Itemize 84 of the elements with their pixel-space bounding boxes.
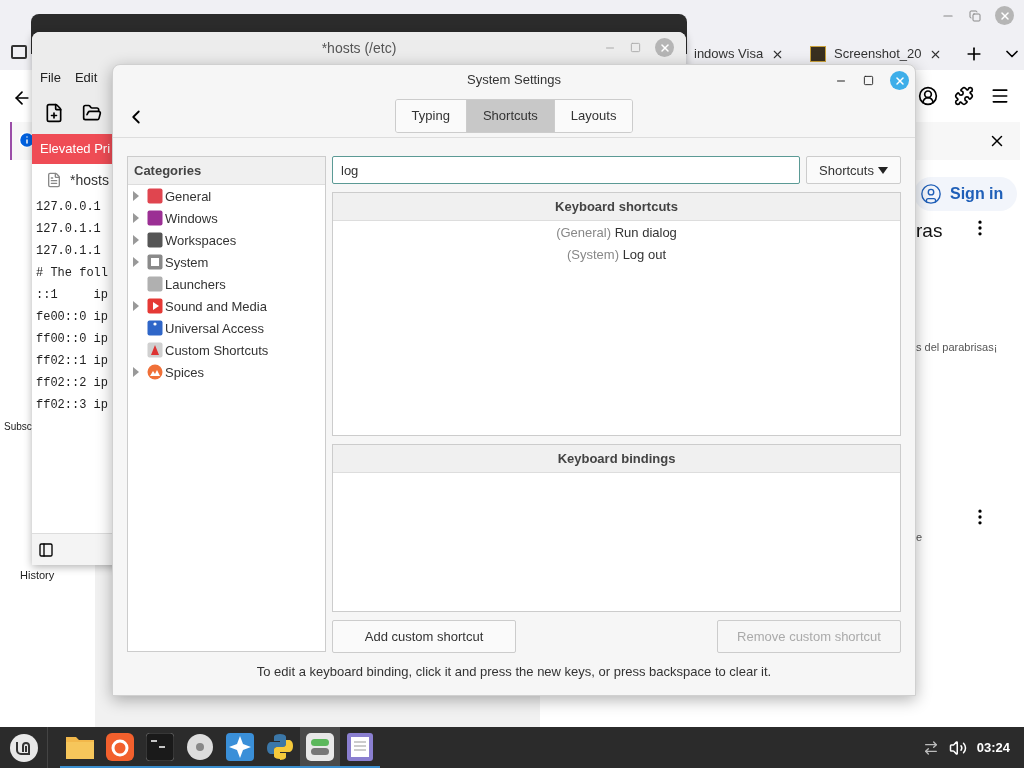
browser-tab[interactable]: Screenshot_20 [802, 44, 951, 64]
categories-header: Categories [128, 157, 325, 186]
category-icon [147, 188, 163, 205]
app-icon [146, 732, 174, 761]
category-item[interactable]: General [128, 185, 325, 208]
code-line: fe00::0 ip [36, 309, 108, 326]
folder-icon[interactable] [82, 103, 102, 123]
video-description: e [916, 530, 923, 545]
window-title: *hosts (/etc) [321, 38, 397, 58]
expander-icon[interactable] [133, 235, 139, 246]
category-icon [147, 276, 163, 293]
tab[interactable]: Layouts [553, 100, 633, 133]
app-icon [347, 732, 373, 761]
code-line: ff02::1 ip [36, 353, 108, 370]
category-item[interactable]: Sound and Media [128, 295, 325, 318]
category-item[interactable]: Universal Access [128, 317, 325, 340]
menu-item[interactable]: File [40, 68, 61, 88]
video-title: ras [916, 219, 943, 243]
filter-dropdown[interactable]: Shortcuts [806, 156, 901, 185]
expander-icon[interactable] [133, 367, 139, 378]
shortcut-item[interactable]: (General) Run dialog [556, 222, 677, 243]
category-icon [147, 298, 163, 315]
category-icon [147, 364, 163, 381]
browser-tab[interactable]: indows Visa [686, 44, 802, 64]
search-field[interactable]: log [332, 156, 800, 185]
category-item[interactable]: Launchers [128, 273, 325, 296]
sidebar-label[interactable]: History [20, 568, 55, 582]
window-title: System Settings [467, 71, 561, 90]
file-tab[interactable]: *hosts [70, 169, 109, 191]
mint-logo-icon[interactable] [8, 732, 39, 763]
expander-icon[interactable] [133, 301, 139, 312]
extensions-icon[interactable] [954, 86, 974, 106]
app-icon [306, 732, 334, 761]
expander-icon[interactable] [133, 257, 139, 268]
code-line: ff00::0 ip [36, 331, 108, 348]
shortcut-item[interactable]: (System) Log out [567, 244, 666, 265]
category-icon [147, 210, 163, 227]
hint-text: To edit a keyboard binding, click it and press the new keys, or press backspace to clear it. [256, 663, 772, 682]
code-line: ff02::2 ip [36, 375, 108, 392]
code-line: 127.0.0.1 [36, 199, 101, 216]
taskbar-app[interactable] [300, 727, 340, 768]
expander-icon[interactable] [133, 191, 139, 202]
category-item[interactable]: System [128, 251, 325, 274]
network-icon[interactable] [922, 739, 939, 756]
tab[interactable]: Typing [395, 100, 466, 133]
sign-in-button[interactable]: Sign in [914, 177, 1018, 211]
category-item[interactable]: Windows [128, 207, 325, 230]
expander-icon[interactable] [133, 213, 139, 224]
menu-item[interactable]: Edit [74, 68, 98, 88]
volume-icon[interactable] [948, 738, 967, 757]
tab[interactable]: Shortcuts [465, 100, 554, 133]
app-icon [186, 732, 214, 761]
category-item[interactable]: Custom Shortcuts [128, 339, 325, 362]
new-file-icon[interactable] [44, 103, 64, 123]
banner-text: Elevated Pri [40, 140, 111, 159]
code-line: 127.0.1.1 [36, 221, 101, 238]
caret-icon [877, 166, 888, 174]
account-icon[interactable] [918, 86, 938, 106]
maximize-icon[interactable] [863, 75, 874, 86]
category-icon [147, 320, 163, 337]
list-header: Keyboard shortcuts [333, 193, 900, 222]
code-line: ff02::3 ip [36, 397, 108, 414]
action-button[interactable]: Add custom shortcut [332, 620, 516, 654]
tab-list-icon[interactable] [11, 45, 27, 59]
category-item[interactable]: Workspaces [128, 229, 325, 252]
category-icon [147, 232, 163, 249]
document-icon [46, 172, 62, 188]
category-icon [147, 342, 163, 359]
category-icon [147, 254, 163, 271]
screenshot-icon [810, 46, 826, 62]
clock[interactable]: 03:24 [976, 737, 1010, 758]
app-icon [106, 732, 134, 761]
code-line: 127.0.1.1 [36, 243, 101, 260]
list-header: Keyboard bindings [333, 445, 900, 474]
code-line: # The foll [36, 265, 108, 282]
app-icon [226, 732, 254, 761]
sidebar-label[interactable]: Subsc [4, 420, 32, 434]
code-line: ::1 ip [36, 287, 108, 304]
user-icon [920, 183, 942, 205]
category-item[interactable]: Spices [128, 361, 325, 384]
side-panel-icon[interactable] [38, 541, 54, 558]
app-icon [266, 732, 294, 761]
video-description: s del parabrisas¡ [916, 340, 998, 355]
menu-icon[interactable] [990, 86, 1010, 106]
